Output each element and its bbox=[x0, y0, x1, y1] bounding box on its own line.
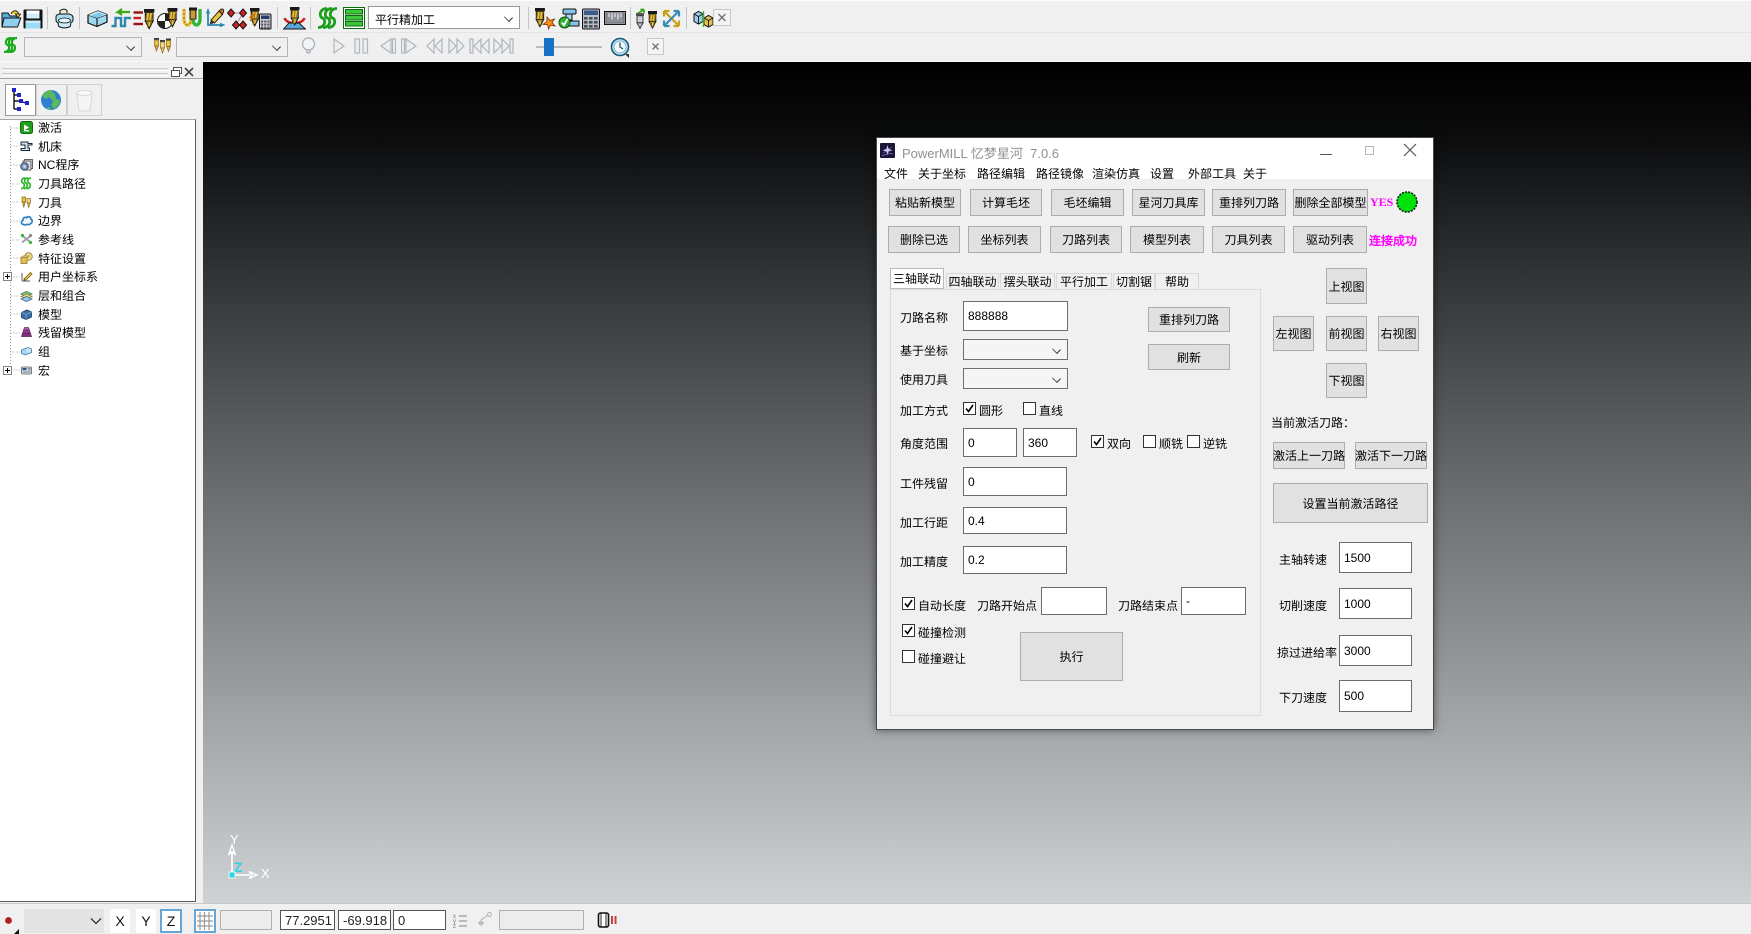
svg-text:Y: Y bbox=[230, 832, 239, 847]
svg-text:z: z bbox=[453, 924, 456, 929]
svg-text:X: X bbox=[261, 866, 270, 881]
